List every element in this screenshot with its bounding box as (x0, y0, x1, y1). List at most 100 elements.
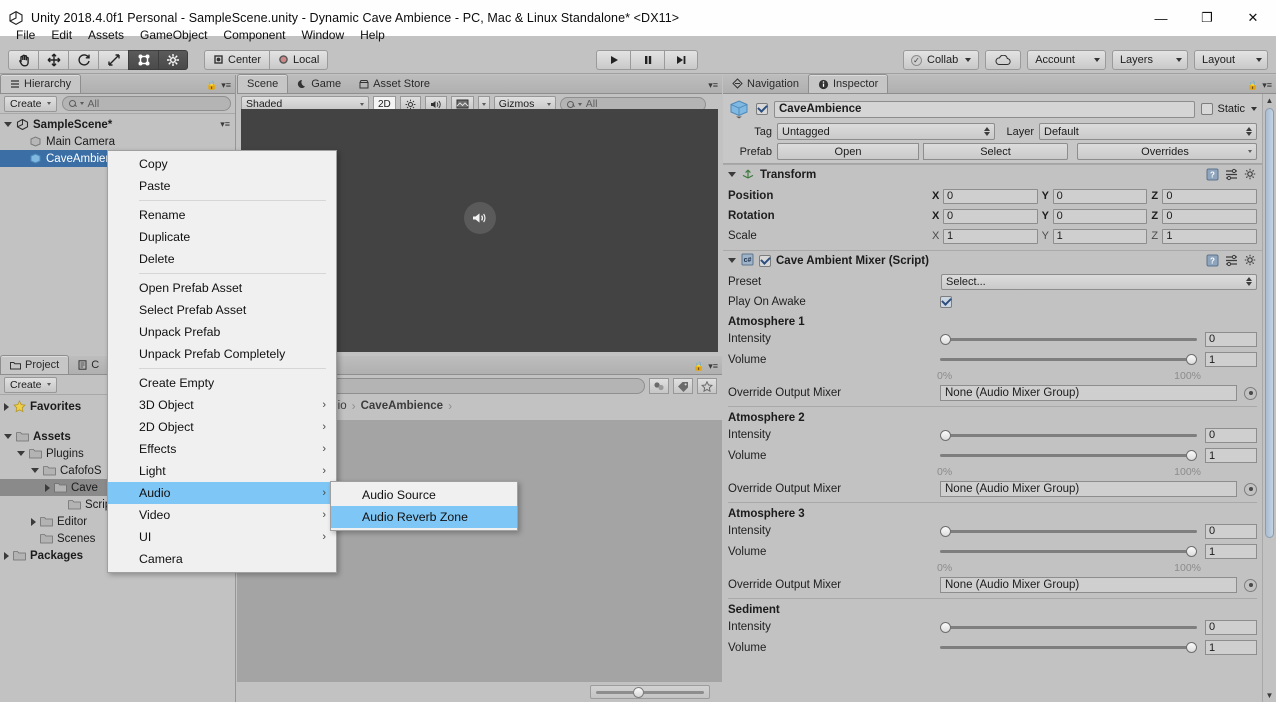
layer-dropdown[interactable]: Default (1039, 123, 1257, 140)
rotation-y-input[interactable]: 0 (1052, 208, 1148, 224)
slider-knob[interactable] (1186, 354, 1197, 365)
slider-knob[interactable] (940, 525, 951, 537)
project-create-button[interactable]: Create (4, 376, 57, 393)
tab-project[interactable]: Project (0, 355, 70, 374)
context-item-video[interactable]: Video › (108, 504, 336, 526)
context-item-copy[interactable]: Copy (108, 153, 336, 175)
lock-icon[interactable]: 🔒 (1247, 80, 1258, 91)
step-button[interactable] (664, 50, 698, 70)
rotate-tool-icon[interactable] (68, 49, 98, 70)
pivot-rotation-button[interactable]: Local (269, 49, 329, 70)
tab-inspector[interactable]: Inspector (807, 74, 889, 93)
context-item-2d-object[interactable]: 2D Object › (108, 416, 336, 438)
preset-icon[interactable] (1225, 168, 1238, 181)
tag-dropdown[interactable]: Untagged (777, 123, 995, 140)
atmosphere-2-intensity-input[interactable]: 0 (1205, 427, 1257, 443)
position-x-input[interactable]: 0 (943, 188, 1038, 204)
slider-knob[interactable] (1186, 450, 1197, 461)
context-item-select-prefab-asset[interactable]: Select Prefab Asset (108, 299, 336, 321)
object-picker-icon[interactable] (1244, 482, 1257, 496)
hierarchy-item-samplescene[interactable]: SampleScene* ▾≡ (0, 116, 235, 133)
context-item-delete[interactable]: Delete (108, 248, 336, 270)
hierarchy-item-main-camera[interactable]: Main Camera (0, 133, 235, 150)
chevron-down-icon[interactable] (31, 468, 39, 473)
rect-tool-icon[interactable] (128, 49, 158, 70)
collab-button[interactable]: ✓ Collab (903, 50, 980, 70)
context-item-3d-object[interactable]: 3D Object › (108, 394, 336, 416)
favorite-icon[interactable] (697, 378, 717, 394)
context-item-audio[interactable]: Audio › (108, 482, 336, 504)
menu-help[interactable]: Help (352, 25, 393, 45)
atmosphere-1-intensity-input[interactable]: 0 (1205, 331, 1257, 347)
context-item-ui[interactable]: UI › (108, 526, 336, 548)
chevron-down-icon[interactable] (4, 434, 12, 439)
account-button[interactable]: Account (1027, 50, 1106, 70)
submenu-item-audio-reverb-zone[interactable]: Audio Reverb Zone (331, 506, 517, 528)
atmosphere-1-volume-input[interactable]: 1 (1205, 352, 1257, 367)
chevron-right-icon[interactable] (4, 551, 9, 560)
pivot-mode-button[interactable]: Center (204, 49, 270, 70)
panel-menu-icon[interactable]: ▾≡ (221, 80, 231, 91)
scale-y-input[interactable]: 1 (1052, 228, 1148, 244)
help-icon[interactable]: ? (1206, 254, 1219, 267)
static-checkbox[interactable] (1201, 103, 1214, 115)
atmosphere-2-volume-slider[interactable] (940, 448, 1197, 464)
menu-edit[interactable]: Edit (43, 25, 80, 45)
slider-knob[interactable] (1186, 546, 1197, 557)
inspector-scrollbar[interactable]: ▲ ▼ (1262, 94, 1276, 702)
context-item-light[interactable]: Light › (108, 460, 336, 482)
preset-dropdown[interactable]: Select... (941, 273, 1257, 290)
context-item-create-empty[interactable]: Create Empty (108, 372, 336, 394)
pause-button[interactable] (630, 50, 664, 70)
gear-icon[interactable] (1244, 168, 1257, 181)
tab-scene[interactable]: Scene (237, 74, 289, 93)
atmosphere-2-volume-input[interactable]: 1 (1205, 448, 1257, 463)
gameobject-enabled-checkbox[interactable] (756, 103, 768, 115)
context-item-duplicate[interactable]: Duplicate (108, 226, 336, 248)
prefab-select-button[interactable]: Select (923, 143, 1068, 160)
zoom-slider-knob[interactable] (633, 686, 644, 698)
menu-gameobject[interactable]: GameObject (132, 25, 215, 45)
scene-menu-icon[interactable]: ▾≡ (220, 119, 230, 130)
audio-listener-gizmo-icon[interactable] (463, 202, 496, 234)
chevron-down-icon[interactable] (1251, 107, 1257, 111)
menu-window[interactable]: Window (293, 25, 352, 45)
sediment-intensity-input[interactable]: 0 (1205, 619, 1257, 635)
object-picker-icon[interactable] (1244, 578, 1257, 592)
filter-by-type-icon[interactable] (649, 378, 669, 394)
slider-knob[interactable] (940, 429, 951, 441)
chevron-right-icon[interactable] (4, 402, 9, 411)
scale-z-input[interactable]: 1 (1162, 228, 1258, 244)
move-tool-icon[interactable] (38, 49, 68, 70)
panel-menu-icon[interactable]: ▾≡ (1262, 80, 1272, 91)
menu-assets[interactable]: Assets (80, 25, 132, 45)
atmosphere-3-volume-input[interactable]: 1 (1205, 544, 1257, 559)
hierarchy-create-button[interactable]: Create (4, 95, 57, 112)
menu-file[interactable]: File (8, 25, 43, 45)
chevron-down-icon[interactable] (4, 122, 12, 127)
transform-tool-icon[interactable] (158, 49, 188, 70)
help-icon[interactable]: ? (1206, 168, 1219, 181)
tab-navigation[interactable]: Navigation (723, 74, 808, 93)
rotation-z-input[interactable]: 0 (1162, 208, 1258, 224)
position-y-input[interactable]: 0 (1052, 188, 1148, 204)
tab-hierarchy[interactable]: Hierarchy (0, 74, 82, 93)
tab-game[interactable]: Game (288, 74, 350, 93)
slider-knob[interactable] (940, 621, 951, 633)
hand-tool-icon[interactable] (8, 49, 38, 70)
layout-button[interactable]: Layout (1193, 50, 1268, 70)
atmosphere-3-volume-slider[interactable] (940, 544, 1197, 560)
gear-icon[interactable] (1244, 254, 1257, 267)
lock-icon[interactable]: 🔒 (206, 80, 217, 91)
atmosphere-3-intensity-slider[interactable] (940, 523, 1197, 539)
position-z-input[interactable]: 0 (1162, 188, 1258, 204)
slider-knob[interactable] (940, 333, 951, 345)
object-picker-icon[interactable] (1244, 386, 1257, 400)
filter-by-label-icon[interactable] (673, 378, 693, 394)
context-item-paste[interactable]: Paste (108, 175, 336, 197)
cloud-button[interactable] (985, 50, 1022, 70)
play-on-awake-checkbox[interactable] (940, 296, 952, 308)
atmosphere-1-volume-slider[interactable] (940, 352, 1197, 368)
context-item-camera[interactable]: Camera (108, 548, 336, 570)
tab-console[interactable]: C (69, 355, 108, 374)
